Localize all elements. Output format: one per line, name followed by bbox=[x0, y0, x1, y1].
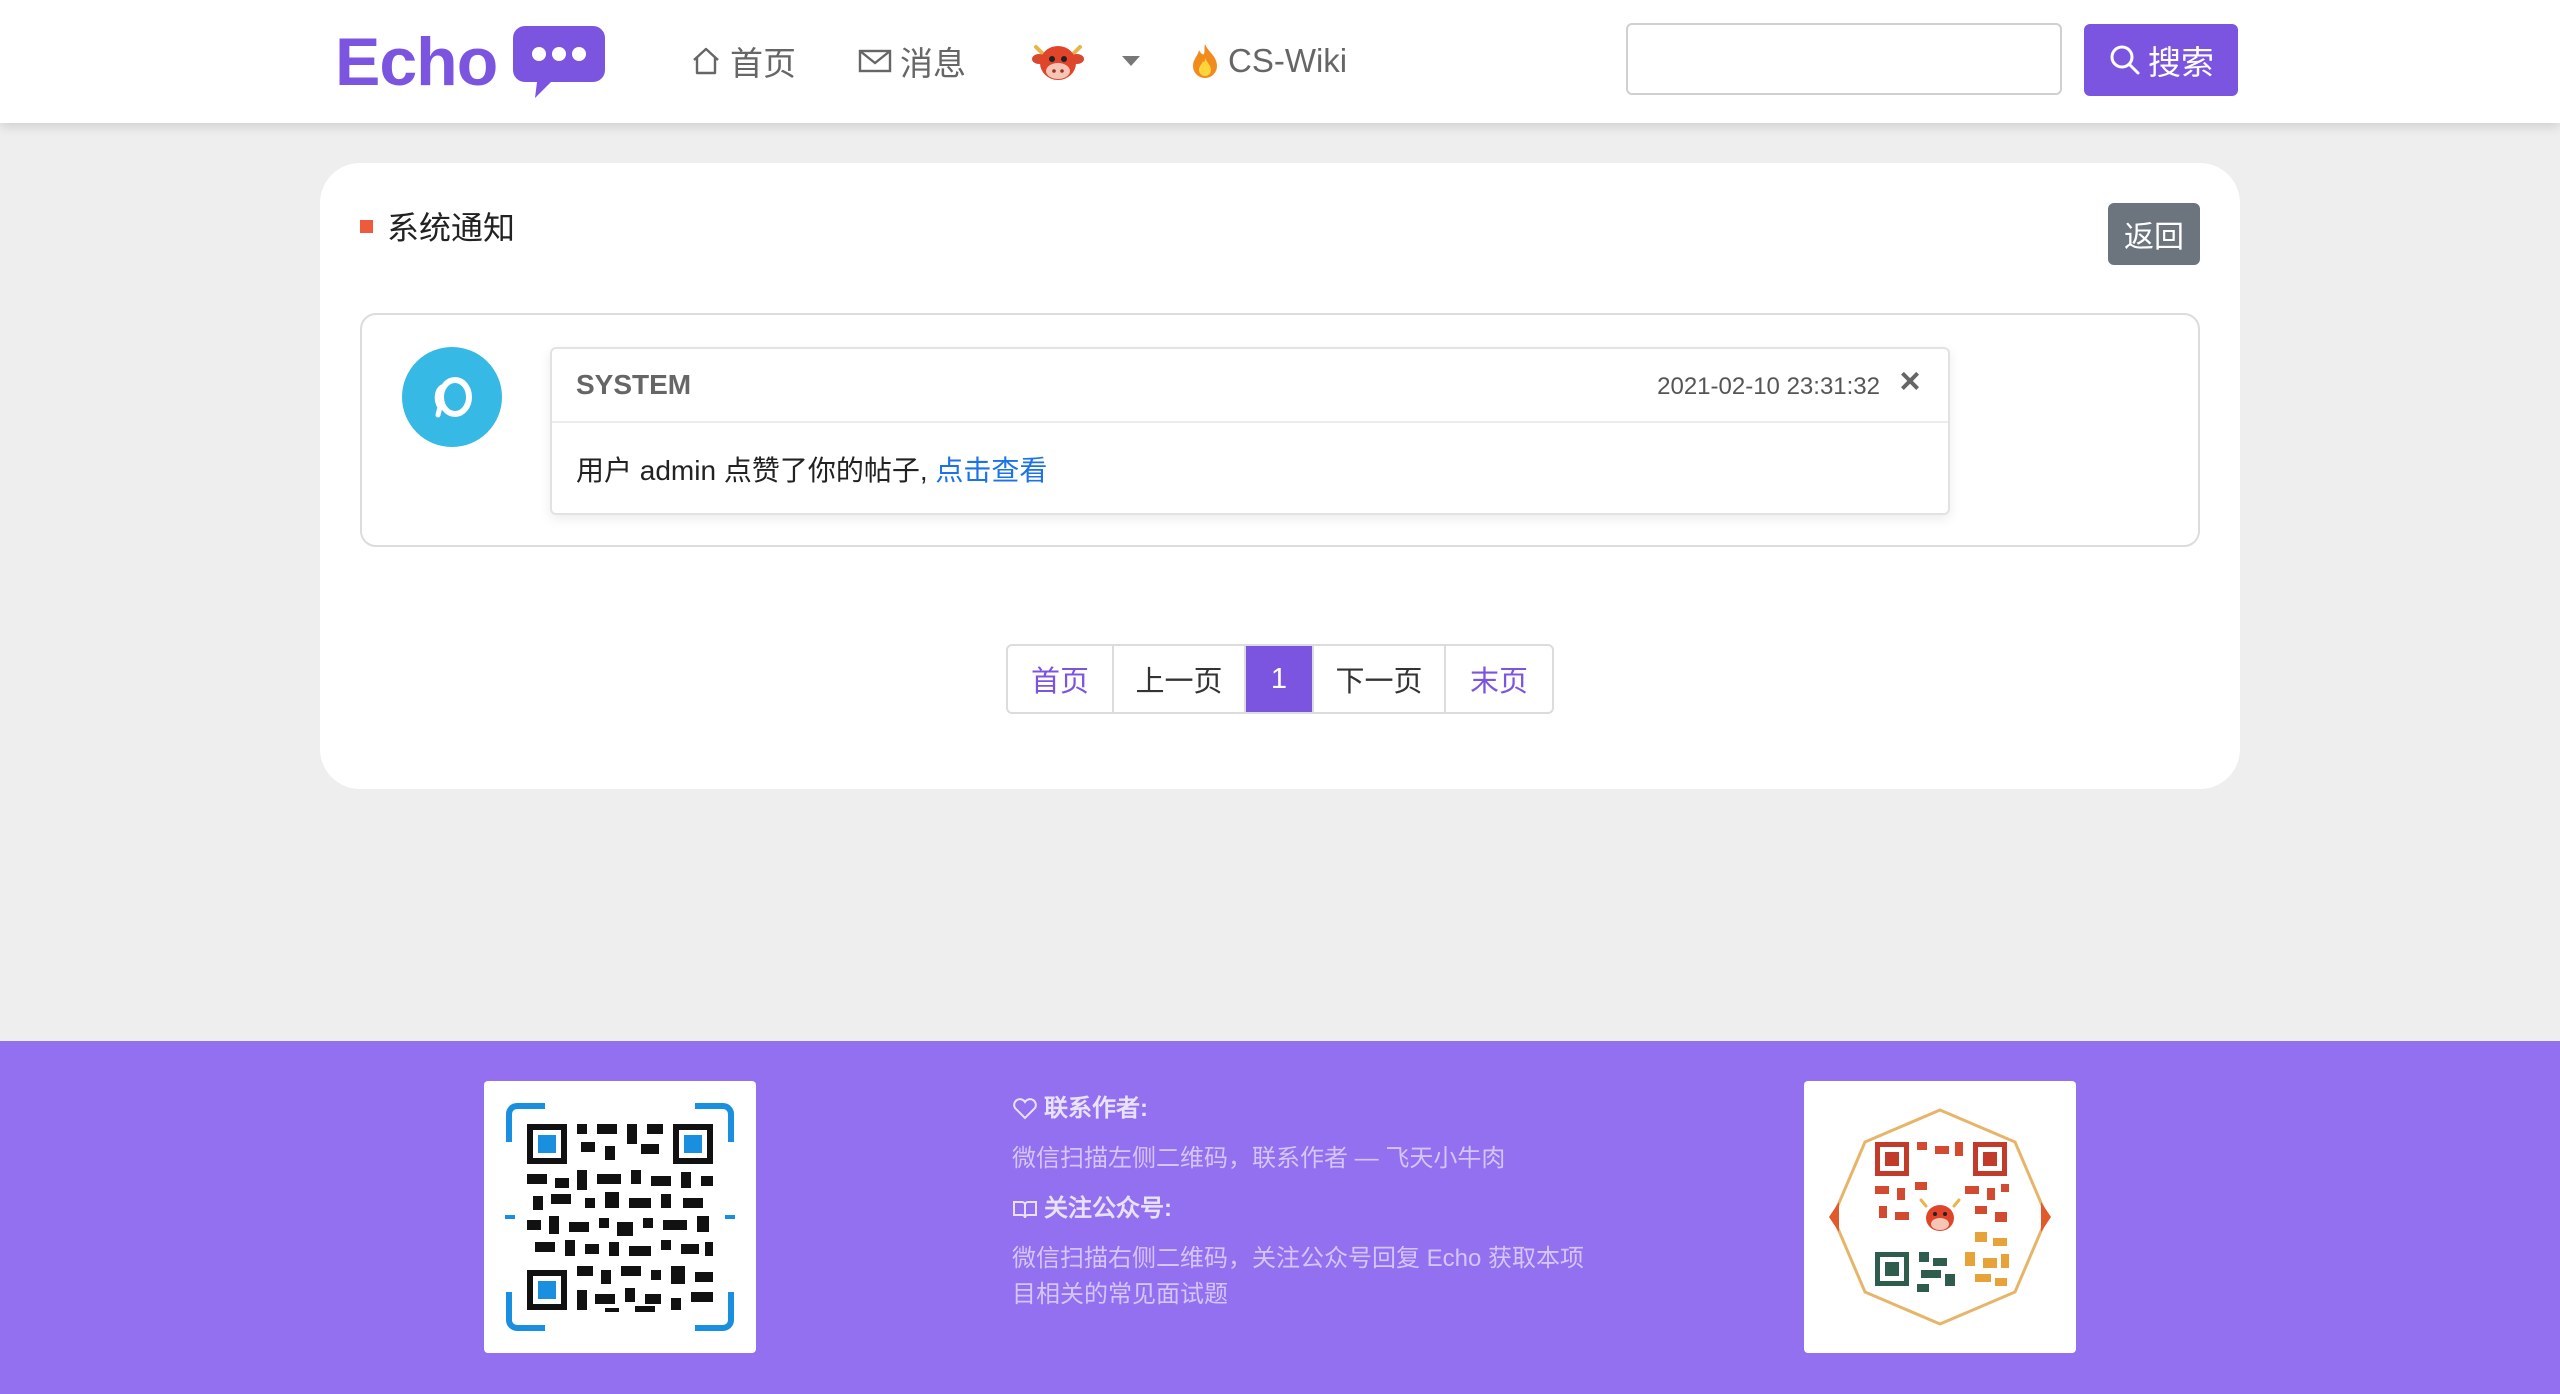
book-icon bbox=[1013, 1201, 1037, 1219]
search-input[interactable] bbox=[1626, 23, 2062, 95]
nav-cs-wiki-label: CS-Wiki bbox=[1228, 42, 1348, 79]
page-prev[interactable]: 上一页 bbox=[1114, 646, 1246, 712]
notice-detail-card: 系统通知 返回 SYSTEM 2021-02-10 23:31:32 × 用户 … bbox=[320, 163, 2240, 789]
notice-list-item: SYSTEM 2021-02-10 23:31:32 × 用户 admin 点赞… bbox=[360, 313, 2200, 547]
footer: 联系作者: 微信扫描左侧二维码，联系作者 — 飞天小牛肉 关注公众号: 微信扫描… bbox=[0, 1041, 2560, 1394]
section-title: 系统通知 bbox=[360, 203, 515, 249]
cow-avatar-icon bbox=[1032, 45, 1084, 80]
page-first[interactable]: 首页 bbox=[1008, 646, 1114, 712]
notice-message: 用户 admin 点赞了你的帖子, 点击查看 bbox=[576, 449, 1047, 489]
nav-messages[interactable]: 消息 bbox=[858, 36, 966, 86]
nav-home[interactable]: 首页 bbox=[690, 36, 796, 86]
contact-author-title: 联系作者: bbox=[1044, 1095, 1148, 1122]
nav-messages-label: 消息 bbox=[900, 45, 966, 82]
chevron-down-icon bbox=[1122, 56, 1140, 66]
page-next[interactable]: 下一页 bbox=[1314, 646, 1446, 712]
author-wechat-qr bbox=[484, 1081, 756, 1353]
notice-timestamp: 2021-02-10 23:31:32 bbox=[1657, 373, 1880, 400]
follow-account-title: 关注公众号: bbox=[1044, 1195, 1172, 1222]
system-avatar bbox=[402, 347, 502, 447]
notice-header: SYSTEM 2021-02-10 23:31:32 × bbox=[552, 349, 1948, 423]
page-last[interactable]: 末页 bbox=[1446, 646, 1552, 712]
logo[interactable]: Echo bbox=[335, 22, 607, 102]
back-button[interactable]: 返回 bbox=[2108, 203, 2200, 265]
logo-text: Echo bbox=[335, 24, 498, 100]
view-post-link[interactable]: 点击查看 bbox=[935, 455, 1047, 486]
top-navbar: Echo 首页 消息 CS-Wiki 搜索 bbox=[0, 0, 2560, 123]
home-icon bbox=[693, 47, 719, 75]
system-logo-icon bbox=[434, 377, 472, 418]
contact-author-text: 微信扫描左侧二维码，联系作者 — 飞天小牛肉 bbox=[1012, 1145, 1506, 1172]
notice-message-text: 用户 admin 点赞了你的帖子, bbox=[576, 455, 928, 486]
nav-cs-wiki[interactable]: CS-Wiki bbox=[1190, 36, 1347, 86]
flame-icon bbox=[1193, 44, 1217, 78]
qr-code bbox=[505, 1103, 735, 1331]
notice-toast: SYSTEM 2021-02-10 23:31:32 × 用户 admin 点赞… bbox=[550, 347, 1950, 515]
nav-home-label: 首页 bbox=[730, 45, 796, 82]
notice-sender: SYSTEM bbox=[576, 369, 692, 400]
follow-account-heading: 关注公众号: bbox=[1012, 1191, 1592, 1227]
search-button[interactable]: 搜索 bbox=[2084, 24, 2238, 96]
pagination: 首页 上一页 1 下一页 末页 bbox=[1006, 644, 1554, 714]
heart-icon bbox=[1013, 1098, 1037, 1120]
footer-info: 联系作者: 微信扫描左侧二维码，联系作者 — 飞天小牛肉 关注公众号: 微信扫描… bbox=[1012, 1091, 1592, 1327]
user-menu-dropdown[interactable] bbox=[1030, 36, 1140, 86]
section-marker bbox=[360, 219, 373, 233]
search-button-label: 搜索 bbox=[2148, 44, 2214, 81]
mail-icon bbox=[858, 49, 892, 73]
follow-account-text: 微信扫描右侧二维码，关注公众号回复 Echo 获取本项目相关的常见面试题 bbox=[1012, 1245, 1585, 1308]
page-current[interactable]: 1 bbox=[1246, 646, 1314, 712]
contact-author-heading: 联系作者: bbox=[1012, 1091, 1592, 1127]
section-title-text: 系统通知 bbox=[387, 210, 516, 246]
official-account-qr bbox=[1804, 1081, 2076, 1353]
chat-bubble-icon bbox=[513, 26, 606, 98]
qr-code bbox=[1829, 1108, 2051, 1326]
close-icon[interactable]: × bbox=[1892, 361, 1928, 401]
search-icon bbox=[2110, 45, 2140, 75]
